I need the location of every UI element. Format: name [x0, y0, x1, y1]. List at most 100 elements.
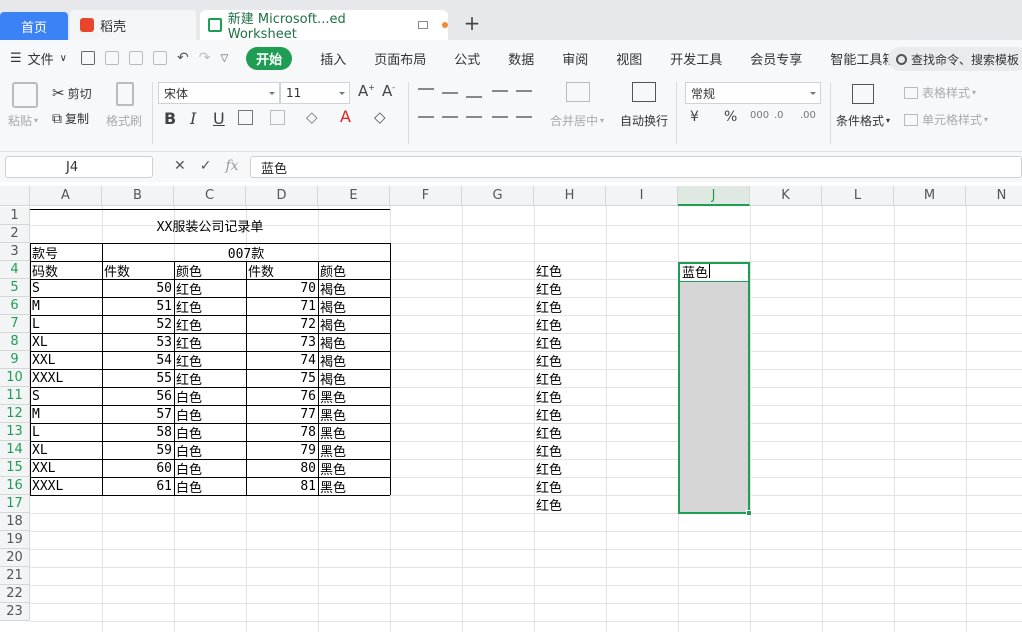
indent-increase-icon[interactable]	[516, 90, 532, 92]
cell-h15[interactable]: 红色	[534, 459, 606, 478]
cell-h7[interactable]: 红色	[534, 315, 606, 334]
data-cell[interactable]: L	[30, 423, 102, 441]
cell-j4-editing[interactable]: 蓝色	[680, 262, 748, 281]
indent-decrease-icon[interactable]	[492, 90, 508, 92]
menu-insert[interactable]: 插入	[320, 49, 346, 68]
font-color-icon[interactable]: A	[340, 107, 351, 126]
fx-icon[interactable]: fx	[225, 158, 238, 174]
conditional-format-button[interactable]: 条件格式 ▾	[836, 112, 890, 129]
data-cell[interactable]: M	[30, 405, 102, 423]
row-header-7[interactable]: 7	[0, 315, 30, 333]
data-cell[interactable]: 59	[102, 441, 174, 459]
data-cell[interactable]: XXXL	[30, 477, 102, 495]
data-cell[interactable]: S	[30, 279, 102, 297]
cell-b3-merged[interactable]: 007款	[102, 243, 390, 262]
font-name-select[interactable]: 宋体	[158, 82, 280, 104]
table-style-button[interactable]: 表格样式 ▾	[904, 84, 976, 101]
data-cell[interactable]: 51	[102, 297, 174, 315]
row-header-12[interactable]: 12	[0, 405, 30, 423]
data-cell[interactable]: 72	[246, 315, 318, 333]
number-format-select[interactable]: 常规	[685, 82, 821, 104]
column-header-k[interactable]: K	[750, 186, 822, 206]
align-left-icon[interactable]	[418, 116, 434, 118]
table-title[interactable]: XX服装公司记录单	[30, 215, 390, 235]
align-bottom-icon[interactable]	[466, 96, 482, 98]
shrink-font-button[interactable]: A-	[382, 82, 395, 100]
row-header-11[interactable]: 11	[0, 387, 30, 405]
data-cell[interactable]: 白色	[174, 423, 246, 442]
menu-data[interactable]: 数据	[508, 49, 534, 68]
row-header-20[interactable]: 20	[0, 549, 30, 567]
thousands-icon[interactable]: 000	[750, 110, 769, 121]
paste-icon[interactable]	[12, 82, 38, 108]
wrap-text-button[interactable]: 自动换行	[620, 112, 668, 129]
row-header-10[interactable]: 10	[0, 369, 30, 387]
align-top-icon[interactable]	[418, 88, 434, 90]
selection-range[interactable]	[678, 280, 750, 514]
cell-h17[interactable]: 红色	[534, 495, 606, 514]
data-cell[interactable]: 黑色	[318, 423, 390, 442]
data-cell[interactable]: 白色	[174, 459, 246, 478]
menu-member[interactable]: 会员专享	[750, 49, 802, 68]
data-cell[interactable]: 褐色	[318, 333, 390, 352]
row-header-1[interactable]: 1	[0, 207, 30, 225]
header-cell[interactable]: 颜色	[174, 261, 246, 280]
column-header-n[interactable]: N	[966, 186, 1022, 206]
data-cell[interactable]: XXL	[30, 351, 102, 369]
data-cell[interactable]: XL	[30, 333, 102, 351]
data-cell[interactable]: 黑色	[318, 441, 390, 460]
data-cell[interactable]: 红色	[174, 297, 246, 316]
menu-page-layout[interactable]: 页面布局	[374, 49, 426, 68]
distributed-icon[interactable]	[516, 116, 532, 118]
menu-review[interactable]: 审阅	[562, 49, 588, 68]
fill-handle[interactable]	[746, 510, 752, 516]
menu-toolbox[interactable]: 智能工具箱	[830, 49, 895, 68]
data-cell[interactable]: M	[30, 297, 102, 315]
data-cell[interactable]: 55	[102, 369, 174, 387]
data-cell[interactable]: 52	[102, 315, 174, 333]
new-tab-button[interactable]: +	[458, 8, 486, 38]
align-middle-icon[interactable]	[442, 92, 458, 94]
header-cell[interactable]: 码数	[30, 261, 102, 280]
merge-icon[interactable]	[566, 82, 590, 102]
data-cell[interactable]: 76	[246, 387, 318, 405]
wrap-text-icon[interactable]	[632, 82, 656, 102]
conditional-format-icon[interactable]	[852, 84, 874, 104]
tab-docer[interactable]: 稻壳	[70, 10, 196, 40]
column-header-c[interactable]: C	[174, 186, 246, 206]
row-header-4[interactable]: 4	[0, 261, 30, 279]
cell-h14[interactable]: 红色	[534, 441, 606, 460]
data-cell[interactable]: 53	[102, 333, 174, 351]
data-cell[interactable]: 79	[246, 441, 318, 459]
header-cell[interactable]: 件数	[246, 261, 318, 280]
column-header-j[interactable]: J	[678, 186, 750, 206]
data-cell[interactable]: 75	[246, 369, 318, 387]
tab-worksheet[interactable]: 新建 Microsoft...ed Worksheet	[200, 10, 448, 42]
menu-formulas[interactable]: 公式	[454, 49, 480, 68]
row-header-5[interactable]: 5	[0, 279, 30, 297]
data-cell[interactable]: 80	[246, 459, 318, 477]
bold-button[interactable]: B	[164, 109, 176, 128]
fill-color-icon[interactable]: ◇	[306, 108, 318, 126]
paste-button[interactable]: 粘贴 ▾	[8, 112, 38, 129]
data-cell[interactable]: XXL	[30, 459, 102, 477]
menu-file[interactable]: ☰ 文件 ∨	[10, 49, 67, 68]
row-header-23[interactable]: 23	[0, 603, 30, 621]
row-header-17[interactable]: 17	[0, 495, 30, 513]
format-painter-button[interactable]: 格式刷	[106, 112, 142, 129]
grow-font-button[interactable]: A+	[358, 82, 375, 100]
data-cell[interactable]: 70	[246, 279, 318, 297]
cell-h16[interactable]: 红色	[534, 477, 606, 496]
data-cell[interactable]: 褐色	[318, 369, 390, 388]
cell-h6[interactable]: 红色	[534, 297, 606, 316]
data-cell[interactable]: 50	[102, 279, 174, 297]
data-cell[interactable]: 褐色	[318, 297, 390, 316]
data-cell[interactable]: XL	[30, 441, 102, 459]
column-header-l[interactable]: L	[822, 186, 894, 206]
borders-icon[interactable]	[238, 110, 253, 125]
export-icon[interactable]	[105, 51, 119, 65]
percent-button[interactable]: %	[724, 109, 737, 125]
customize-icon[interactable]: ▽	[220, 53, 228, 64]
row-header-22[interactable]: 22	[0, 585, 30, 603]
select-all-corner[interactable]	[0, 186, 30, 206]
